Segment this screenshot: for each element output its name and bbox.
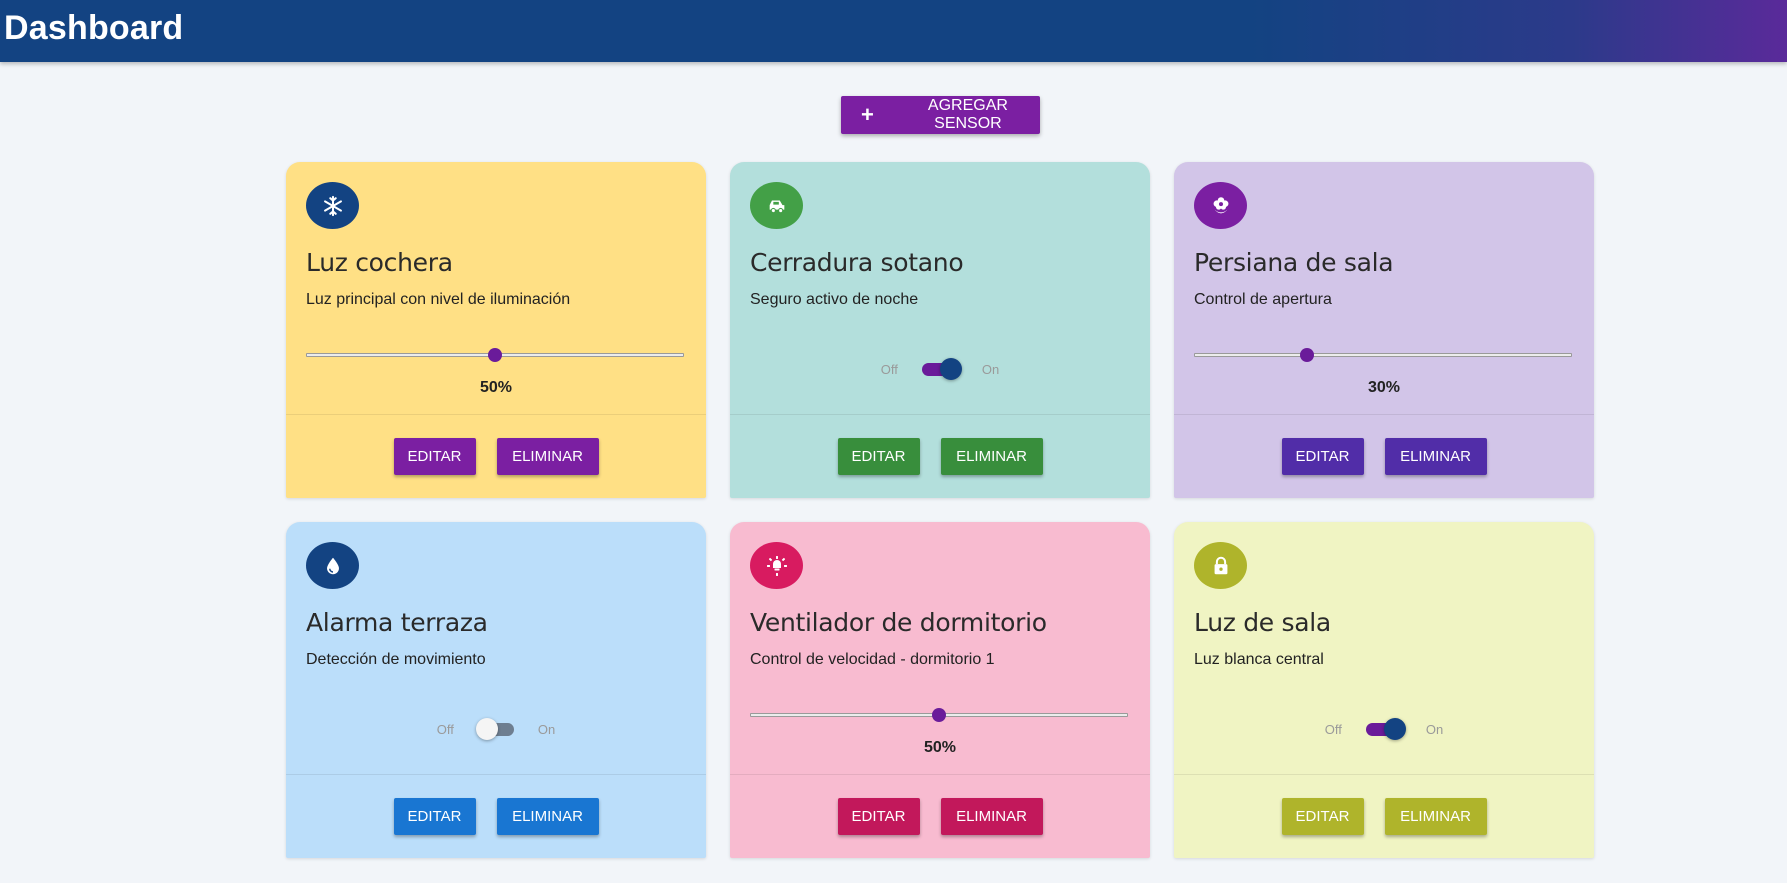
card-actions: EDITAR ELIMINAR xyxy=(1174,798,1594,835)
slider-value: 50% xyxy=(479,379,513,396)
on-label: On xyxy=(981,361,1000,377)
sensor-card: Luz de sala Luz blanca central Off On ED… xyxy=(1174,522,1594,858)
sensor-card: Persiana de sala Control de apertura 30%… xyxy=(1174,162,1594,498)
sensor-card: Ventilador de dormitorio Control de velo… xyxy=(730,522,1150,858)
sensor-card: Alarma terraza Detección de movimiento O… xyxy=(286,522,706,858)
level-slider[interactable] xyxy=(306,348,684,362)
sensor-description: Detección de movimiento xyxy=(306,651,486,668)
water-drop-icon xyxy=(306,542,359,589)
car-icon xyxy=(750,182,803,229)
switch-thumb xyxy=(475,718,498,740)
sensor-description: Control de velocidad - dormitorio 1 xyxy=(750,651,995,668)
slider-value: 50% xyxy=(923,739,957,756)
card-actions: EDITAR ELIMINAR xyxy=(730,798,1150,835)
card-actions: EDITAR ELIMINAR xyxy=(286,438,706,475)
card-divider xyxy=(1174,414,1594,415)
slider-thumb[interactable] xyxy=(932,708,946,722)
lock-icon xyxy=(1194,542,1247,589)
level-slider[interactable] xyxy=(750,708,1128,722)
toggle-switch[interactable] xyxy=(920,358,962,380)
card-divider xyxy=(1174,774,1594,775)
sensor-title: Luz de sala xyxy=(1194,608,1331,637)
sensor-description: Luz blanca central xyxy=(1194,651,1324,668)
sensor-title: Ventilador de dormitorio xyxy=(750,608,1047,637)
on-label: On xyxy=(537,721,556,737)
level-slider[interactable] xyxy=(1194,348,1572,362)
card-actions: EDITAR ELIMINAR xyxy=(1174,438,1594,475)
edit-button[interactable]: EDITAR xyxy=(393,438,476,475)
flower-icon xyxy=(1194,182,1247,229)
edit-button[interactable]: EDITAR xyxy=(1281,798,1364,835)
edit-button[interactable]: EDITAR xyxy=(837,438,920,475)
sensor-title: Cerradura sotano xyxy=(750,248,964,277)
sensor-description: Seguro activo de noche xyxy=(750,291,919,308)
switch-thumb xyxy=(1383,718,1406,740)
delete-button[interactable]: ELIMINAR xyxy=(1384,438,1487,475)
card-actions: EDITAR ELIMINAR xyxy=(730,438,1150,475)
add-sensor-button[interactable]: + AGREGAR SENSOR xyxy=(841,96,1040,134)
plus-icon: + xyxy=(861,102,874,127)
delete-button[interactable]: ELIMINAR xyxy=(940,798,1043,835)
slider-thumb[interactable] xyxy=(488,348,502,362)
slider-thumb[interactable] xyxy=(1300,348,1315,362)
card-divider xyxy=(730,774,1150,775)
sensor-title: Alarma terraza xyxy=(306,608,488,637)
edit-button[interactable]: EDITAR xyxy=(837,798,920,835)
card-actions: EDITAR ELIMINAR xyxy=(286,798,706,835)
delete-button[interactable]: ELIMINAR xyxy=(496,798,599,835)
toggle-switch[interactable] xyxy=(1364,718,1406,740)
off-label: Off xyxy=(436,721,454,737)
slider-value: 30% xyxy=(1367,379,1401,396)
top-app-bar: Dashboard xyxy=(0,0,1787,62)
toggle-switch[interactable] xyxy=(475,718,516,740)
card-divider xyxy=(286,414,706,415)
on-label: On xyxy=(1425,721,1444,737)
switch-thumb xyxy=(939,358,962,380)
off-label: Off xyxy=(1324,721,1342,737)
toggle-row: Off On xyxy=(730,358,1150,380)
sensor-title: Persiana de sala xyxy=(1194,248,1394,277)
card-divider xyxy=(730,414,1150,415)
toggle-row: Off On xyxy=(1174,718,1594,740)
sensor-grid: Luz cochera Luz principal con nivel de i… xyxy=(286,162,1595,858)
edit-button[interactable]: EDITAR xyxy=(393,798,476,835)
page-title: Dashboard xyxy=(4,9,184,47)
delete-button[interactable]: ELIMINAR xyxy=(940,438,1043,475)
slider-track xyxy=(1194,353,1572,357)
sensor-card: Luz cochera Luz principal con nivel de i… xyxy=(286,162,706,498)
edit-button[interactable]: EDITAR xyxy=(1281,438,1364,475)
lightbulb-icon xyxy=(750,542,803,589)
delete-button[interactable]: ELIMINAR xyxy=(1384,798,1487,835)
snowflake-icon xyxy=(306,182,359,229)
sensor-description: Luz principal con nivel de iluminación xyxy=(306,291,571,308)
delete-button[interactable]: ELIMINAR xyxy=(496,438,599,475)
add-sensor-label: AGREGAR SENSOR xyxy=(927,97,1008,132)
sensor-description: Control de apertura xyxy=(1194,291,1332,308)
toggle-row: Off On xyxy=(286,718,706,740)
card-divider xyxy=(286,774,706,775)
sensor-title: Luz cochera xyxy=(306,248,453,277)
off-label: Off xyxy=(880,361,898,377)
sensor-card: Cerradura sotano Seguro activo de noche … xyxy=(730,162,1150,498)
